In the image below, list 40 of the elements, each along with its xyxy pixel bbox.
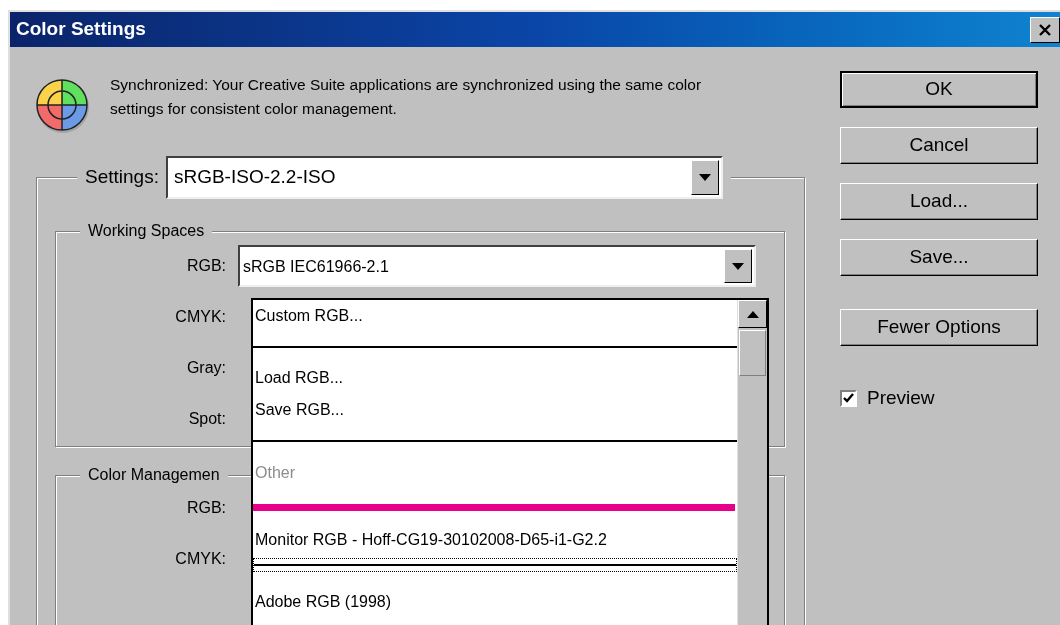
field-label: CMYK: [174, 549, 227, 569]
settings-dropdown[interactable]: sRGB-ISO-2.2-ISO [165, 156, 723, 199]
field-label: Spot: [187, 409, 227, 429]
preview-checkbox[interactable] [840, 389, 857, 407]
field-label: RGB: [185, 498, 227, 518]
settings-label: Settings: [85, 165, 159, 190]
menu-item[interactable]: Load RGB... [253, 362, 737, 394]
rgb-dropdown[interactable]: sRGB IEC61966-2.1 [238, 245, 756, 287]
settings-value: sRGB-ISO-2.2-ISO [173, 165, 336, 190]
caret-icon [698, 174, 711, 181]
group-title: Working Spaces [88, 222, 205, 239]
up-arrow-icon [746, 310, 759, 318]
color-wheel-icon [35, 78, 91, 134]
preview-label: Preview [867, 386, 935, 410]
group-title: Color Managemen [88, 466, 220, 483]
dialog-button[interactable]: Save... [840, 239, 1038, 276]
field-label: CMYK: [174, 307, 227, 327]
caret-icon [732, 262, 744, 270]
field-label: RGB: [185, 256, 227, 276]
sync-message: Synchronized: Your Creative Suite applications are synchronized using the same color settings for consistent color management. [110, 75, 703, 119]
field-label: Gray: [185, 358, 227, 378]
menu-item[interactable]: Save RGB... [253, 394, 737, 426]
rgb-value: sRGB IEC61966-2.1 [243, 257, 389, 277]
dialog-button[interactable]: Cancel [840, 127, 1038, 164]
dialog-button[interactable]: OK [840, 71, 1038, 108]
scroll-thumb[interactable] [739, 330, 766, 376]
dialog-button[interactable]: Load... [840, 183, 1038, 220]
scroll-up-button[interactable] [738, 300, 767, 328]
dropdown-arrow-button[interactable] [724, 249, 752, 283]
close-button[interactable] [1030, 16, 1060, 43]
menu-item[interactable]: Monitor RGB - Hoff-CG19-30102008-D65-i1-G2.2 [253, 524, 737, 556]
menu-item[interactable]: Adobe RGB (1998) [253, 586, 737, 618]
menu-item[interactable]: Custom RGB... [253, 300, 737, 332]
dropdown-arrow-button[interactable] [690, 160, 719, 195]
window-title: Color Settings [16, 17, 146, 42]
close-icon [1038, 22, 1052, 37]
checkmark-icon [843, 393, 854, 404]
scrollbar[interactable] [737, 300, 767, 625]
dialog-button[interactable]: Fewer Options [840, 309, 1038, 346]
menu-heading: Other [254, 463, 296, 483]
